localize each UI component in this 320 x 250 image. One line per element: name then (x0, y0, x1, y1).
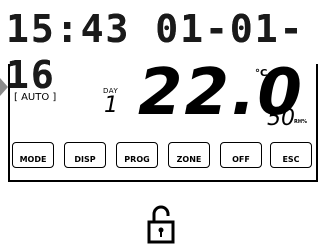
mode-label: AUTO (21, 92, 50, 103)
bracket-right: ] (49, 92, 57, 103)
humidity-unit: RH% (294, 119, 308, 125)
clock-display: 15:43 01-01-16 (0, 0, 320, 97)
prog-button[interactable]: PROG (116, 142, 158, 168)
disp-button[interactable]: DISP (64, 142, 106, 168)
humidity-value: 50 (267, 106, 295, 131)
zone-button[interactable]: ZONE (168, 142, 210, 168)
temperature-unit: °C (255, 68, 268, 79)
unlocked-padlock-icon[interactable] (146, 204, 176, 244)
day-value: 1 (104, 93, 118, 118)
off-button[interactable]: OFF (220, 142, 262, 168)
esc-button[interactable]: ESC (270, 142, 312, 168)
button-row: MODE DISP PROG ZONE OFF ESC (12, 142, 312, 170)
left-pointer-icon (0, 78, 8, 96)
mode-indicator: [ AUTO ] (14, 92, 56, 103)
mode-button[interactable]: MODE (12, 142, 54, 168)
